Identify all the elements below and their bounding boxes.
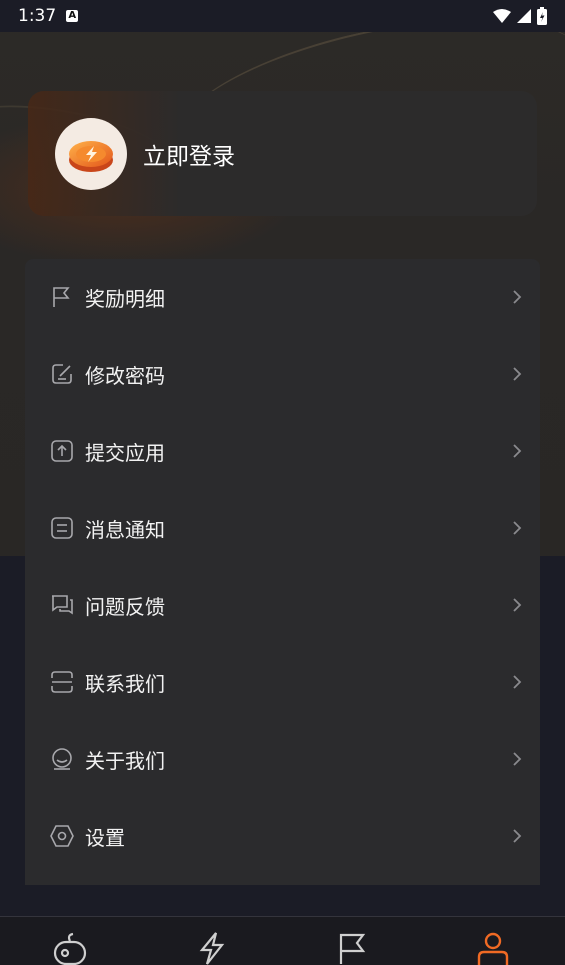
scan-icon bbox=[50, 670, 74, 694]
tab-boost[interactable] bbox=[182, 917, 242, 965]
about-icon bbox=[50, 747, 74, 771]
chat-icon bbox=[50, 593, 74, 617]
notification-badge: A bbox=[66, 10, 79, 22]
menu-item-notifications[interactable]: 消息通知 bbox=[25, 498, 540, 558]
menu-item-label: 消息通知 bbox=[85, 517, 165, 542]
menu-item-label: 设置 bbox=[85, 825, 125, 850]
chevron-right-icon bbox=[510, 364, 524, 384]
chevron-right-icon bbox=[510, 518, 524, 538]
menu-item-label: 奖励明细 bbox=[85, 286, 165, 311]
status-bar: 1:37 A bbox=[0, 0, 565, 32]
tab-tasks[interactable] bbox=[322, 917, 382, 965]
chevron-right-icon bbox=[510, 287, 524, 307]
lightning-icon bbox=[199, 932, 225, 965]
wifi-icon bbox=[493, 9, 511, 23]
chevron-right-icon bbox=[510, 441, 524, 461]
menu-item-feedback[interactable]: 问题反馈 bbox=[25, 575, 540, 635]
login-button-label[interactable]: 立即登录 bbox=[143, 137, 235, 171]
tab-games[interactable] bbox=[40, 917, 100, 965]
battery-icon bbox=[537, 7, 547, 25]
message-icon bbox=[50, 516, 74, 540]
edit-icon bbox=[50, 362, 74, 386]
status-time: 1:37 bbox=[18, 6, 57, 26]
menu-item-label: 提交应用 bbox=[85, 440, 165, 465]
chevron-right-icon bbox=[510, 595, 524, 615]
settings-icon bbox=[50, 824, 74, 848]
chevron-right-icon bbox=[510, 826, 524, 846]
chevron-right-icon bbox=[510, 672, 524, 692]
menu-item-submit-app[interactable]: 提交应用 bbox=[25, 421, 540, 481]
menu-item-rewards[interactable]: 奖励明细 bbox=[25, 267, 540, 327]
upload-icon bbox=[50, 439, 74, 463]
flag-icon bbox=[50, 285, 74, 309]
menu-item-label: 关于我们 bbox=[85, 748, 165, 773]
gamepad-icon bbox=[53, 932, 87, 965]
menu-list: 奖励明细 修改密码 提交应用 消息通知 问题反馈 联系我们 关于我们 设置 bbox=[25, 259, 540, 885]
login-card[interactable]: 立即登录 bbox=[28, 91, 537, 216]
menu-item-contact-us[interactable]: 联系我们 bbox=[25, 652, 540, 712]
menu-item-label: 联系我们 bbox=[85, 671, 165, 696]
menu-item-label: 问题反馈 bbox=[85, 594, 165, 619]
avatar[interactable] bbox=[55, 117, 127, 190]
coin-lightning-icon bbox=[69, 140, 113, 172]
flag-icon bbox=[339, 933, 366, 964]
bottom-nav bbox=[0, 916, 565, 965]
user-icon bbox=[477, 932, 509, 965]
menu-item-change-password[interactable]: 修改密码 bbox=[25, 344, 540, 404]
tab-profile[interactable] bbox=[463, 917, 523, 965]
menu-item-settings[interactable]: 设置 bbox=[25, 806, 540, 866]
cellular-icon bbox=[517, 9, 531, 23]
menu-item-about-us[interactable]: 关于我们 bbox=[25, 729, 540, 789]
menu-item-label: 修改密码 bbox=[85, 363, 165, 388]
chevron-right-icon bbox=[510, 749, 524, 769]
